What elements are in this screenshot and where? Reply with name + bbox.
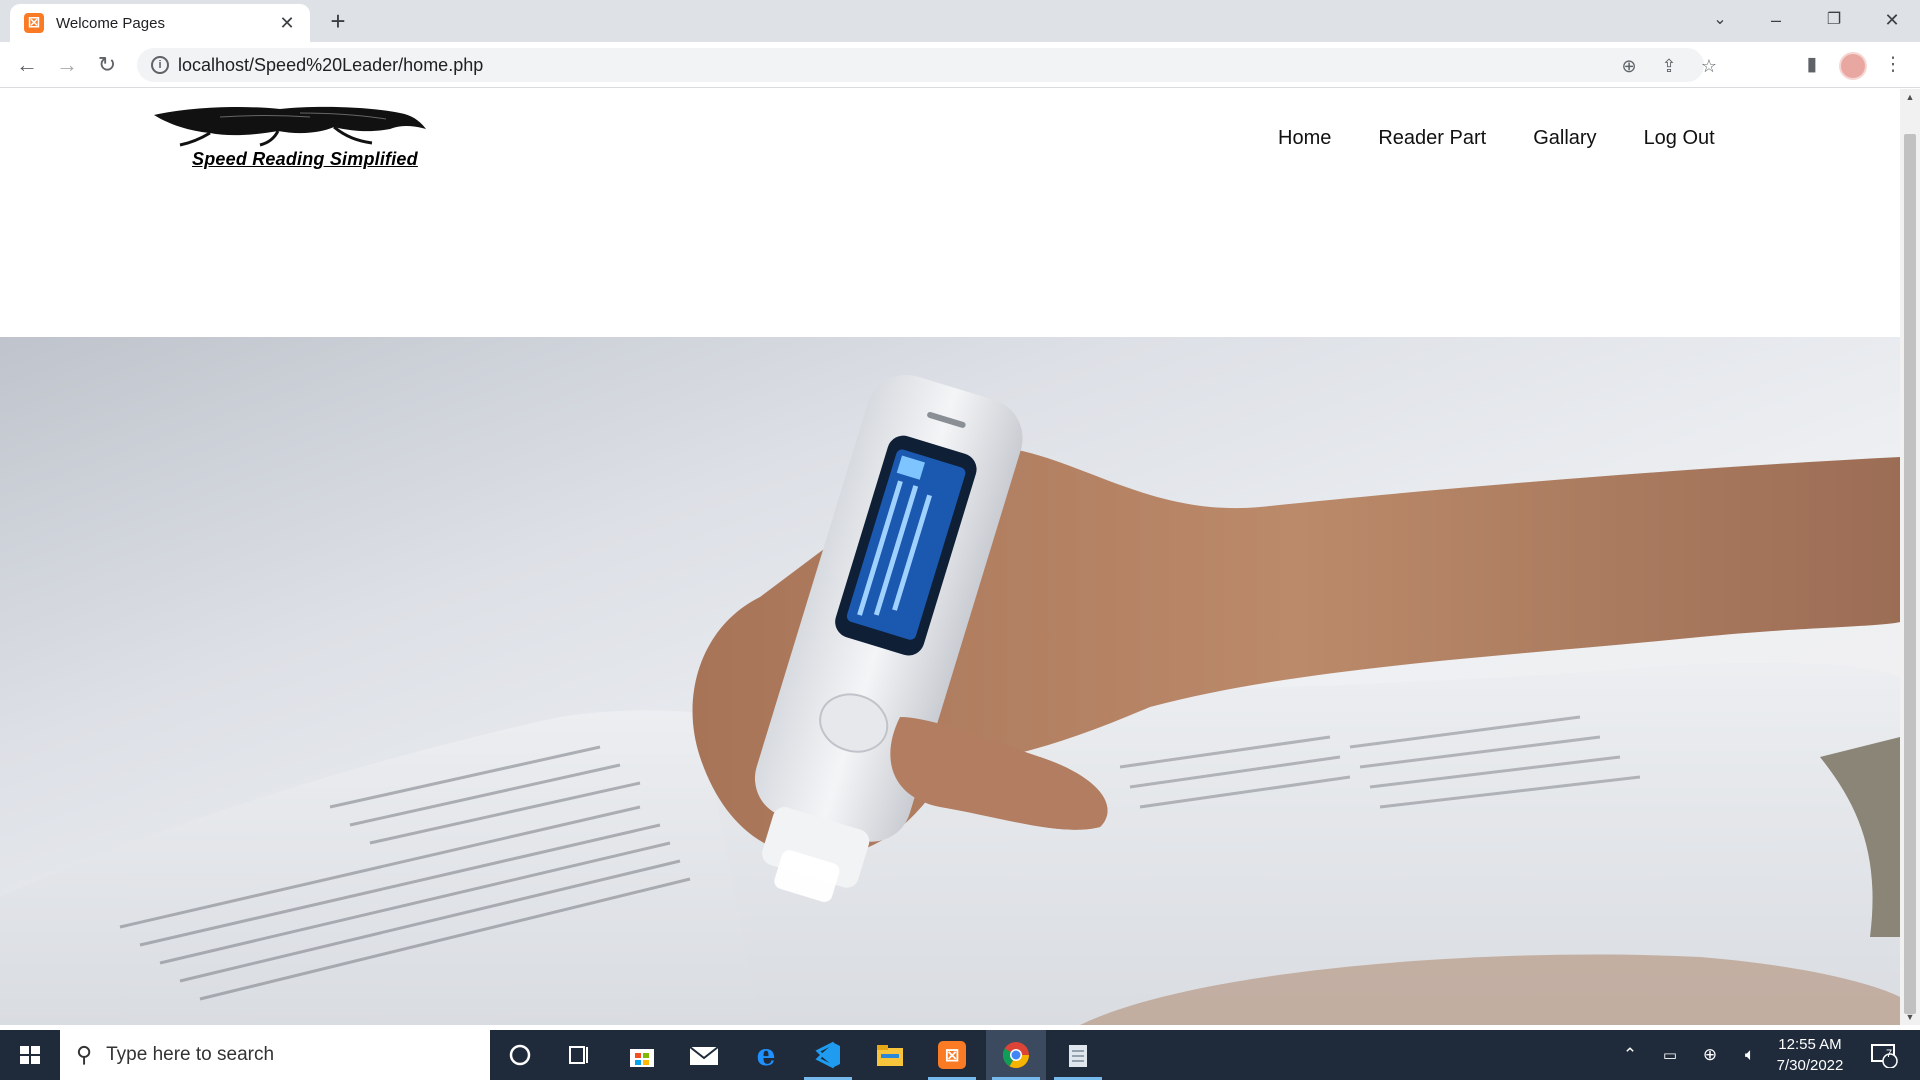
chrome-icon[interactable] (986, 1030, 1046, 1080)
windows-logo-icon (20, 1046, 40, 1064)
windows-start-button[interactable] (0, 1030, 60, 1080)
windows-taskbar: ⚲ Type here to search e ⊠ ⌃ ▭ ⊕ 🔈︎ 12:55… (0, 1030, 1920, 1080)
new-tab-button[interactable]: + (323, 6, 353, 36)
mail-icon[interactable] (674, 1030, 734, 1080)
hero-image (0, 337, 1900, 1025)
taskbar-search-box[interactable]: ⚲ Type here to search (60, 1030, 490, 1080)
site-info-icon[interactable]: i (151, 56, 169, 74)
network-globe-icon[interactable]: ⊕ (1694, 1030, 1726, 1080)
page-viewport: Speed Reading Simplified Home Reader Par… (0, 89, 1900, 1025)
close-tab-icon[interactable]: ✕ (276, 13, 298, 34)
minimize-button[interactable]: – (1748, 0, 1804, 40)
xampp-taskbar-icon[interactable]: ⊠ (922, 1030, 982, 1080)
xampp-icon: ⊠ (24, 13, 44, 33)
edge-browser-icon[interactable]: e (736, 1030, 796, 1080)
reload-icon[interactable]: ↻ (92, 50, 122, 80)
zoom-icon[interactable]: ⊕ (1617, 54, 1641, 78)
nav-home[interactable]: Home (1278, 127, 1331, 150)
search-icon: ⚲ (76, 1042, 93, 1067)
nav-reader-part[interactable]: Reader Part (1378, 127, 1486, 150)
restore-button[interactable]: ❐ (1806, 0, 1862, 40)
search-placeholder: Type here to search (106, 1044, 275, 1065)
browser-toolbar: ← → ↻ i localhost/Speed%20Leader/home.ph… (0, 42, 1920, 88)
share-icon[interactable]: ⇪ (1657, 54, 1681, 78)
taskbar-clock[interactable]: 12:55 AM 7/30/2022 (1768, 1034, 1852, 1076)
tab-title: Welcome Pages (56, 14, 165, 32)
cortana-icon[interactable] (490, 1030, 550, 1080)
clock-time: 12:55 AM (1778, 1036, 1842, 1053)
browser-tab[interactable]: ⊠ Welcome Pages ✕ (10, 4, 310, 42)
forward-icon[interactable]: → (52, 50, 82, 80)
volume-icon[interactable]: 🔈︎ (1734, 1030, 1766, 1080)
task-view-icon[interactable] (550, 1030, 610, 1080)
nav-gallary[interactable]: Gallary (1533, 127, 1596, 150)
clock-date: 7/30/2022 (1776, 1057, 1844, 1074)
scroll-down-arrow-icon[interactable]: ▼ (1900, 1009, 1920, 1025)
notepad-icon[interactable] (1048, 1030, 1108, 1080)
battery-icon[interactable]: ▭ (1654, 1030, 1686, 1080)
reading-pen-photo (0, 374, 1900, 1025)
microsoft-store-icon[interactable] (612, 1030, 672, 1080)
address-bar[interactable]: i localhost/Speed%20Leader/home.php ⊕ ⇪ … (137, 48, 1717, 82)
notification-count: 7 (1886, 1048, 1893, 1060)
main-nav: Home Reader Part Gallary Log Out (1278, 127, 1762, 150)
show-hidden-icons-chevron-icon[interactable]: ⌃ (1614, 1030, 1646, 1080)
site-logo[interactable]: Speed Reading Simplified (150, 103, 430, 175)
bookmark-star-icon[interactable]: ☆ (1697, 54, 1721, 78)
menu-kebab-icon[interactable]: ⋮ (1880, 52, 1906, 78)
vscode-icon[interactable] (798, 1030, 858, 1080)
back-icon[interactable]: ← (12, 50, 42, 80)
address-url[interactable]: localhost/Speed%20Leader/home.php (178, 55, 483, 76)
close-window-button[interactable]: ✕ (1864, 0, 1920, 40)
notification-center-icon[interactable]: 7 (1864, 1030, 1904, 1080)
browser-tab-strip: ⊠ Welcome Pages ✕ + ⌄ – ❐ ✕ (0, 0, 1920, 42)
nav-log-out[interactable]: Log Out (1644, 127, 1715, 150)
logo-tagline: Speed Reading Simplified (192, 149, 418, 169)
cheetah-logo-icon (154, 106, 426, 147)
tab-search-icon[interactable]: ⌄ (1692, 0, 1748, 40)
file-explorer-icon[interactable] (860, 1030, 920, 1080)
side-panel-icon[interactable]: ▮ (1799, 52, 1825, 78)
scrollbar-thumb[interactable] (1904, 134, 1916, 1014)
profile-avatar[interactable] (1839, 52, 1867, 80)
scroll-up-arrow-icon[interactable]: ▲ (1900, 89, 1920, 105)
page-scrollbar[interactable]: ▲ ▼ (1900, 89, 1920, 1025)
